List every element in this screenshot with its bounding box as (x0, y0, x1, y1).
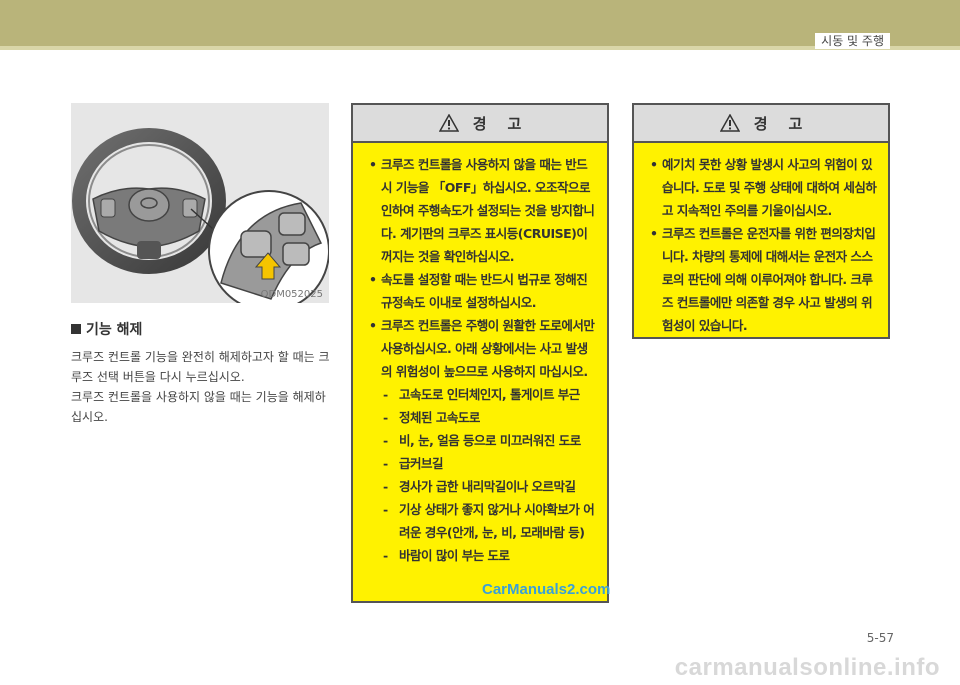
warning-item: 크루즈 컨트롤은 운전자를 위한 편의장치입니다. 차량의 통제에 대해서는 운… (648, 222, 878, 337)
warning-item: 크루즈 컨트롤은 주행이 원활한 도로에서만 사용하십시오. 아래 상황에서는 … (367, 314, 597, 567)
page-number: 5-57 (866, 631, 894, 645)
warning-sub-item: 비, 눈, 얼음 등으로 미끄러워진 도로 (381, 429, 597, 452)
warning-sub-item: 기상 상태가 좋지 않거나 시야확보가 어려운 경우(안개, 눈, 비, 모래바… (381, 498, 597, 544)
steering-wheel-figure: ODM052025 (71, 103, 329, 303)
warning-item: 크루즈 컨트롤을 사용하지 않을 때는 반드시 기능을 「OFF」하십시오. 오… (367, 153, 597, 268)
warning-sub-item: 고속도로 인터체인지, 톨게이트 부근 (381, 383, 597, 406)
warning-header: 경 고 (634, 105, 888, 143)
warning-item: 예기치 못한 상황 발생시 사고의 위험이 있습니다. 도로 및 주행 상태에 … (648, 153, 878, 222)
warning-triangle-icon (438, 114, 459, 132)
warning-sub-item: 바람이 많이 부는 도로 (381, 544, 597, 567)
watermark-link[interactable]: CarManuals2.com (482, 581, 610, 598)
warning-list: 크루즈 컨트롤을 사용하지 않을 때는 반드시 기능을 「OFF」하십시오. 오… (353, 143, 607, 567)
paragraph: 크루즈 컨트롤 기능을 완전히 해제하고자 할 때는 크루즈 선택 버튼을 다시… (71, 350, 330, 384)
figure-code: ODM052025 (260, 289, 323, 300)
section-heading: 기능 해제 (71, 319, 142, 339)
steering-wheel-illustration (72, 128, 329, 303)
paragraph: 크루즈 컨트롤을 사용하지 않을 때는 기능을 해제하십시오. (71, 390, 326, 424)
warning-header: 경 고 (353, 105, 607, 143)
warning-triangle-icon (719, 114, 740, 132)
warning-title: 경 고 (753, 114, 803, 133)
warning-item: 속도를 설정할 때는 반드시 법규로 정해진 규정속도 이내로 설정하십시오. (367, 268, 597, 314)
warning-item-text: 크루즈 컨트롤은 주행이 원활한 도로에서만 사용하십시오. 아래 상황에서는 … (381, 318, 595, 379)
warning-sub-item: 정체된 고속도로 (381, 406, 597, 429)
warning-title: 경 고 (472, 114, 522, 133)
warning-list: 예기치 못한 상황 발생시 사고의 위험이 있습니다. 도로 및 주행 상태에 … (634, 143, 888, 337)
warning-box-2: 경 고 예기치 못한 상황 발생시 사고의 위험이 있습니다. 도로 및 주행 … (632, 103, 890, 339)
chapter-title: 시동 및 주행 (815, 33, 890, 49)
warning-box-1: 경 고 크루즈 컨트롤을 사용하지 않을 때는 반드시 기능을 「OFF」하십시… (351, 103, 609, 603)
section-heading-text: 기능 해제 (86, 322, 143, 338)
section-body: 크루즈 컨트롤 기능을 완전히 해제하고자 할 때는 크루즈 선택 버튼을 다시… (71, 347, 333, 427)
footer-watermark: carmanualsonline.info (674, 654, 940, 681)
warning-sub-item: 급커브길 (381, 452, 597, 475)
warning-sub-list: 고속도로 인터체인지, 톨게이트 부근 정체된 고속도로 비, 눈, 얼음 등으… (381, 383, 597, 567)
warning-sub-item: 경사가 급한 내리막길이나 오르막길 (381, 475, 597, 498)
square-bullet-icon (71, 324, 81, 334)
